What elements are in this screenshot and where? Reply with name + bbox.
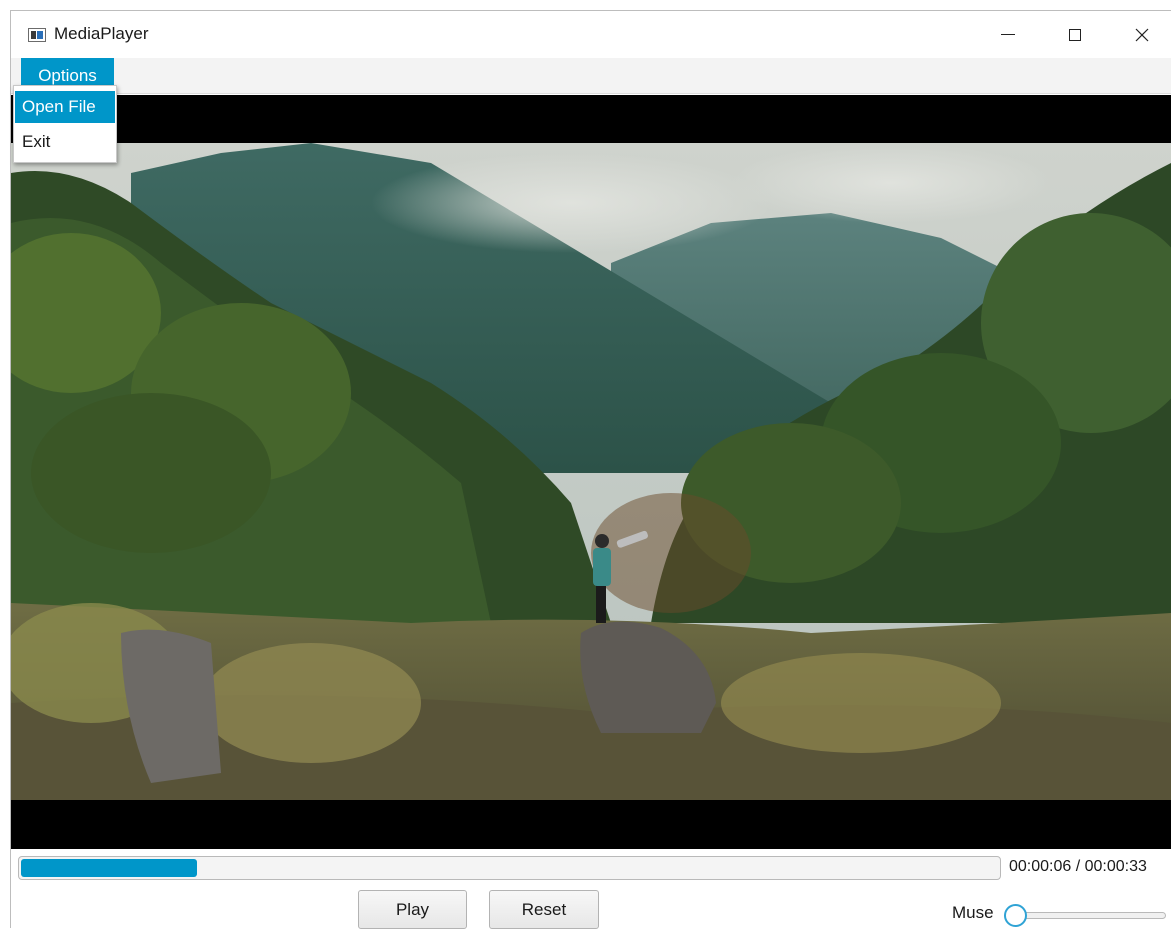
media-player-window: MediaPlayer Options 00:00:06 / 00:00:33 … [10,10,1171,929]
time-display: 00:00:06 / 00:00:33 [1009,858,1147,875]
reset-button[interactable]: Reset [489,890,599,929]
menu-item-exit[interactable]: Exit [15,126,115,158]
minimize-icon [1001,34,1015,35]
title-bar[interactable]: MediaPlayer [11,11,1171,58]
window-title: MediaPlayer [54,24,149,43]
play-button[interactable]: Play [358,890,467,929]
menu-bar: Options [11,58,1171,94]
video-frame [11,143,1171,800]
menu-item-open-file[interactable]: Open File [15,91,115,123]
volume-slider-thumb[interactable] [1004,904,1027,927]
video-scene-image [11,143,1171,800]
maximize-button[interactable] [1046,11,1104,58]
maximize-icon [1069,28,1081,41]
close-icon [1135,28,1149,41]
minimize-button[interactable] [979,11,1037,58]
options-dropdown-menu: Open File Exit [13,85,117,163]
video-viewport[interactable] [11,95,1171,849]
volume-label: Muse [952,903,994,922]
app-window-icon [28,28,46,42]
progress-bar[interactable] [18,856,1001,880]
control-panel: 00:00:06 / 00:00:33 Play Reset Muse [11,849,1171,929]
close-button[interactable] [1113,11,1171,58]
volume-slider-track[interactable] [1004,912,1166,919]
progress-fill [21,859,197,877]
